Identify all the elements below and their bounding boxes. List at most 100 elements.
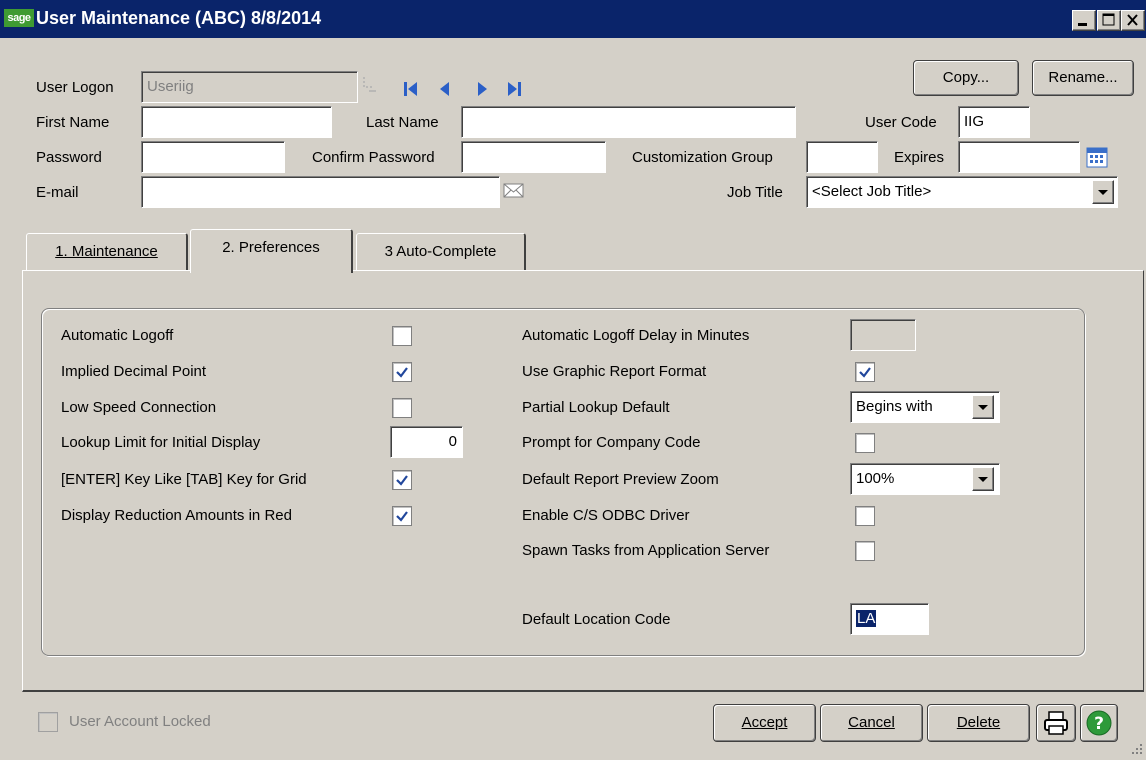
job-title-select[interactable]: <Select Job Title>	[806, 176, 1118, 208]
expires-field[interactable]	[958, 141, 1080, 173]
user-account-locked-label: User Account Locked	[69, 713, 211, 730]
delete-button-label: Delete	[956, 714, 1001, 731]
accept-button-label: Accept	[741, 714, 788, 731]
user-account-locked-checkbox[interactable]	[38, 712, 58, 732]
automatic-logoff-delay-field[interactable]	[850, 319, 916, 351]
tab-maintenance-label: 1. Maintenance	[55, 243, 158, 260]
default-report-preview-zoom-value: 100%	[856, 470, 895, 487]
email-label: E-mail	[36, 184, 79, 201]
dropdown-arrow-icon	[1098, 190, 1108, 195]
resize-grip[interactable]	[1128, 740, 1144, 760]
user-logon-label: User Logon	[36, 79, 114, 96]
dropdown-arrow-icon	[978, 477, 988, 482]
job-title-dropdown-button[interactable]	[1092, 180, 1114, 204]
display-reduction-amounts-checkbox[interactable]	[392, 506, 412, 526]
customization-group-label: Customization Group	[632, 149, 773, 166]
spawn-tasks-checkbox[interactable]	[855, 541, 875, 561]
checkmark-icon	[396, 511, 408, 522]
previous-record-icon	[440, 82, 449, 96]
default-location-code-label: Default Location Code	[522, 611, 671, 628]
default-location-code-field[interactable]: LA	[850, 603, 929, 635]
display-reduction-amounts-label: Display Reduction Amounts in Red	[61, 507, 292, 524]
previous-record-button[interactable]	[438, 80, 452, 98]
enable-cs-odbc-driver-label: Enable C/S ODBC Driver	[522, 507, 690, 524]
preview-zoom-dropdown-button[interactable]	[972, 467, 994, 491]
svg-text:?: ?	[1094, 714, 1104, 734]
password-label: Password	[36, 149, 102, 166]
expires-label: Expires	[894, 149, 945, 166]
print-icon	[1044, 711, 1068, 735]
prompt-for-company-code-label: Prompt for Company Code	[522, 434, 701, 451]
close-button[interactable]	[1121, 10, 1145, 31]
maximize-icon	[1102, 13, 1115, 26]
last-name-label: Last Name	[366, 114, 439, 131]
enter-key-like-tab-checkbox[interactable]	[392, 470, 412, 490]
resize-grip-icon	[1132, 744, 1142, 754]
sage-logo: sage	[4, 9, 34, 27]
user-code-field[interactable]: IIG	[958, 106, 1030, 138]
print-button[interactable]	[1036, 704, 1076, 742]
first-record-icon	[404, 82, 417, 96]
password-field[interactable]	[141, 141, 285, 173]
email-icon	[503, 183, 524, 198]
automatic-logoff-label: Automatic Logoff	[61, 327, 174, 344]
use-graphic-report-format-label: Use Graphic Report Format	[522, 363, 707, 380]
copy-button[interactable]: Copy...	[913, 60, 1019, 96]
first-name-label: First Name	[36, 114, 110, 131]
last-record-icon	[508, 82, 521, 96]
cancel-button[interactable]: Cancel	[820, 704, 923, 742]
partial-lookup-default-label: Partial Lookup Default	[522, 399, 670, 416]
minimize-icon	[1078, 23, 1087, 26]
next-record-button[interactable]	[475, 80, 489, 98]
dropdown-arrow-icon	[978, 405, 988, 410]
calendar-button[interactable]	[1085, 145, 1109, 173]
default-report-preview-zoom-label: Default Report Preview Zoom	[522, 471, 719, 488]
use-graphic-report-format-checkbox[interactable]	[855, 362, 875, 382]
prompt-for-company-code-checkbox[interactable]	[855, 433, 875, 453]
accept-button[interactable]: Accept	[713, 704, 816, 742]
close-icon	[1127, 14, 1138, 26]
last-record-button[interactable]	[505, 80, 523, 98]
lookup-button[interactable]	[360, 73, 382, 103]
confirm-password-field[interactable]	[461, 141, 606, 173]
tab-preferences-label: 2. Preferences	[222, 239, 320, 256]
minimize-button[interactable]	[1072, 10, 1096, 31]
rename-button[interactable]: Rename...	[1032, 60, 1134, 96]
lookup-limit-label: Lookup Limit for Initial Display	[61, 434, 261, 451]
last-name-field[interactable]	[461, 106, 796, 138]
help-icon: ?	[1086, 710, 1112, 736]
job-title-value: <Select Job Title>	[812, 183, 932, 200]
low-speed-connection-label: Low Speed Connection	[61, 399, 217, 416]
tab-auto-complete[interactable]: 3 Auto-Complete	[356, 233, 526, 271]
partial-lookup-dropdown-button[interactable]	[972, 395, 994, 419]
customization-group-field[interactable]	[806, 141, 878, 173]
email-field[interactable]	[141, 176, 500, 208]
spawn-tasks-label: Spawn Tasks from Application Server	[522, 542, 770, 559]
first-record-button[interactable]	[402, 80, 420, 98]
default-location-code-value: LA	[856, 610, 877, 627]
maximize-button[interactable]	[1097, 10, 1121, 31]
window-title: User Maintenance (ABC) 8/8/2014	[36, 8, 322, 28]
enable-cs-odbc-driver-checkbox[interactable]	[855, 506, 875, 526]
implied-decimal-point-checkbox[interactable]	[392, 362, 412, 382]
lookup-limit-field[interactable]: 0	[390, 426, 463, 458]
delete-button[interactable]: Delete	[927, 704, 1030, 742]
implied-decimal-point-label: Implied Decimal Point	[61, 363, 207, 380]
tab-preferences[interactable]: 2. Preferences	[190, 229, 353, 273]
automatic-logoff-delay-label: Automatic Logoff Delay in Minutes	[522, 327, 750, 344]
cancel-button-label: Cancel	[848, 714, 895, 731]
next-record-icon	[478, 82, 487, 96]
checkmark-icon	[396, 475, 408, 486]
calendar-icon	[1086, 147, 1108, 168]
lookup-icon	[363, 77, 376, 92]
automatic-logoff-checkbox[interactable]	[392, 326, 412, 346]
low-speed-connection-checkbox[interactable]	[392, 398, 412, 418]
help-button[interactable]: ?	[1080, 704, 1118, 742]
tab-auto-complete-label: 3 Auto-Complete	[384, 243, 497, 260]
partial-lookup-default-value: Begins with	[856, 398, 933, 415]
tab-maintenance[interactable]: 1. Maintenance	[26, 233, 188, 271]
first-name-field[interactable]	[141, 106, 332, 138]
user-logon-field[interactable]: Useriig	[141, 71, 358, 103]
send-email-button[interactable]	[503, 182, 525, 204]
user-code-label: User Code	[865, 114, 937, 131]
